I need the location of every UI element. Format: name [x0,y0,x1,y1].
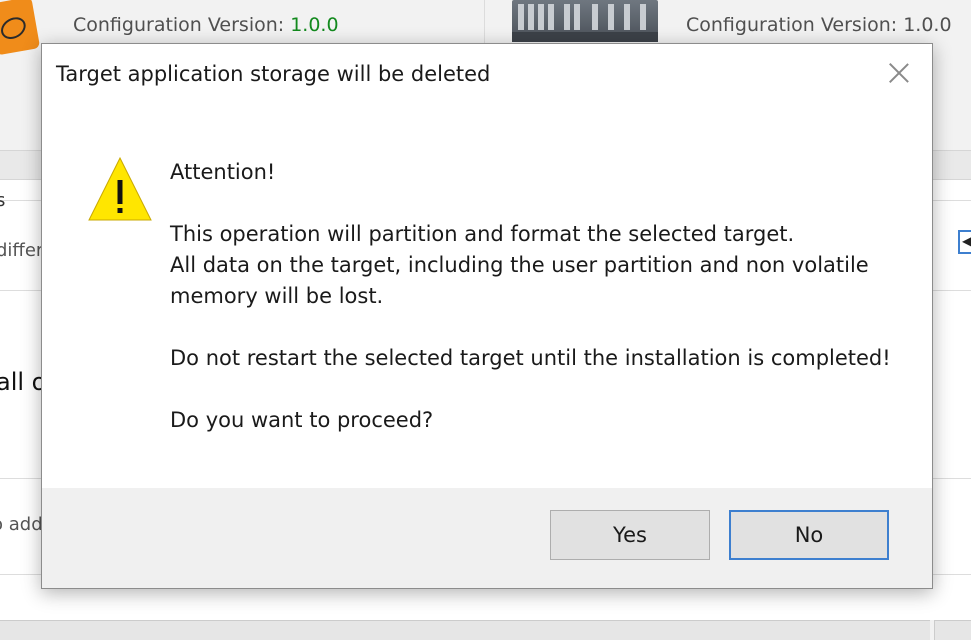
bottom-bar-corner [934,620,971,640]
left-config-version: Configuration Version: 1.0.0 [73,14,339,36]
bottom-bar [0,620,930,640]
attention-heading: Attention! [170,160,276,184]
collapse-button[interactable]: ◀ [958,230,971,254]
message-line: This operation will partition and format… [170,222,795,246]
bg-text-fragment: s [0,190,6,211]
message-line: memory will be lost. [170,284,384,308]
proceed-question: Do you want to proceed? [170,408,434,432]
right-config-version: Configuration Version: 1.0.0 [686,14,952,36]
dialog-title: Target application storage will be delet… [56,62,491,86]
config-version-label: Configuration Version: [686,14,898,36]
controller-device-icon [512,0,658,42]
bg-text-fragment: differ [0,240,44,261]
config-version-value: 1.0.0 [903,14,952,36]
device-logo-icon [0,0,41,56]
config-version-label: Configuration Version: [73,14,285,36]
no-button[interactable]: No [729,510,889,560]
warning-icon [88,156,152,221]
confirm-dialog: Target application storage will be delet… [41,43,933,589]
bg-text-fragment: o add [0,514,43,535]
bg-text-fragment: all o [0,368,47,396]
config-version-value: 1.0.0 [290,14,339,36]
yes-button[interactable]: Yes [550,510,710,560]
dialog-footer: Yes No [42,488,932,588]
arrow-left-icon: ◀ [962,234,971,248]
message-line: All data on the target, including the us… [170,253,869,277]
close-icon[interactable] [886,60,912,86]
restart-warning: Do not restart the selected target until… [170,346,891,370]
